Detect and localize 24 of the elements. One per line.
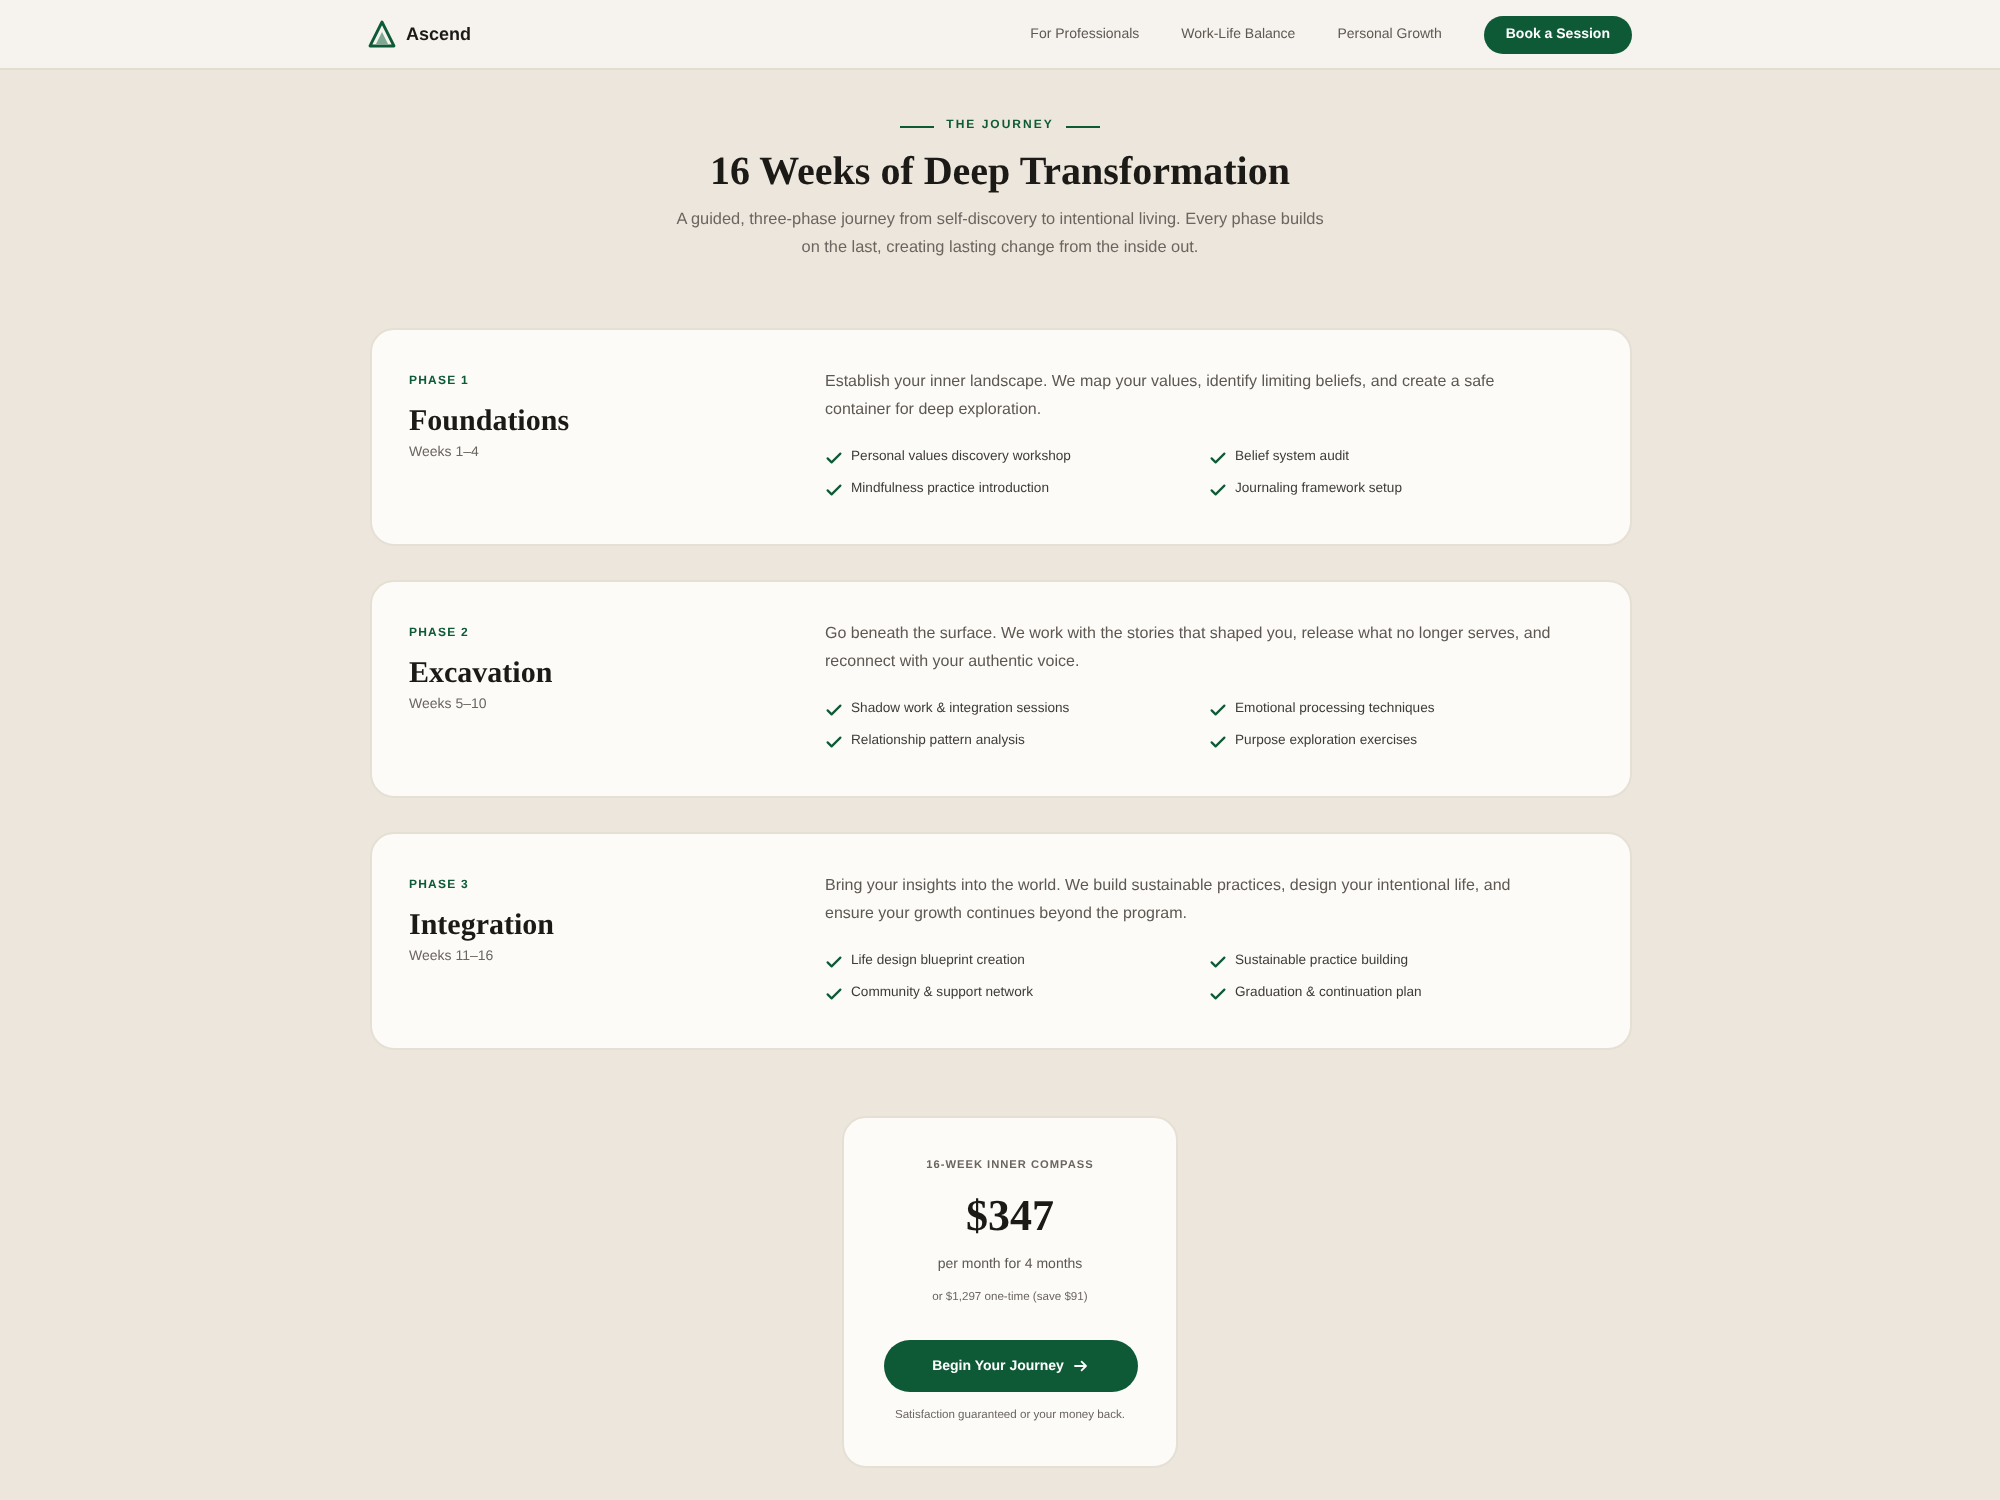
check-icon [825, 736, 841, 748]
check-icon [1209, 484, 1225, 496]
check-icon [1209, 988, 1225, 1000]
check-icon [1209, 736, 1225, 748]
phase-title: Integration [409, 908, 556, 944]
check-icon [1209, 956, 1225, 968]
check-icon [825, 956, 841, 968]
phase-description: Bring your insights into the world. We build sustainable practices, design your intentional life, and ensure your growth continues beyond the program. [825, 874, 1513, 926]
check-icon [825, 988, 841, 1000]
check-icon [825, 452, 841, 464]
brand-name: Ascend [406, 24, 472, 44]
section-title: 16 Weeks of Deep Transformation [710, 148, 1290, 196]
phase-title: Foundations [409, 404, 572, 440]
check-icon [1209, 704, 1225, 716]
arrow-icon [1073, 1360, 1088, 1372]
phase-title: Excavation [409, 656, 555, 692]
check-icon [825, 704, 841, 716]
check-icon [1209, 452, 1225, 464]
triangle-logo-icon [368, 20, 396, 48]
check-icon [825, 484, 841, 496]
phase-description: Go beneath the surface. We work with the stories that shaped you, release what no longer serves, and reconnect with your authentic voice. [825, 622, 1553, 674]
phase-description: Establish your inner landscape. We map your values, identify limiting beliefs, and create a safe container for deep exploration. [825, 370, 1497, 422]
price: $347 [966, 1190, 1054, 1242]
section-subtitle: A guided, three-phase journey from self-discovery to intentional living. Every phase builds on the last, creating lasting change from the inside out. [674, 208, 1326, 260]
